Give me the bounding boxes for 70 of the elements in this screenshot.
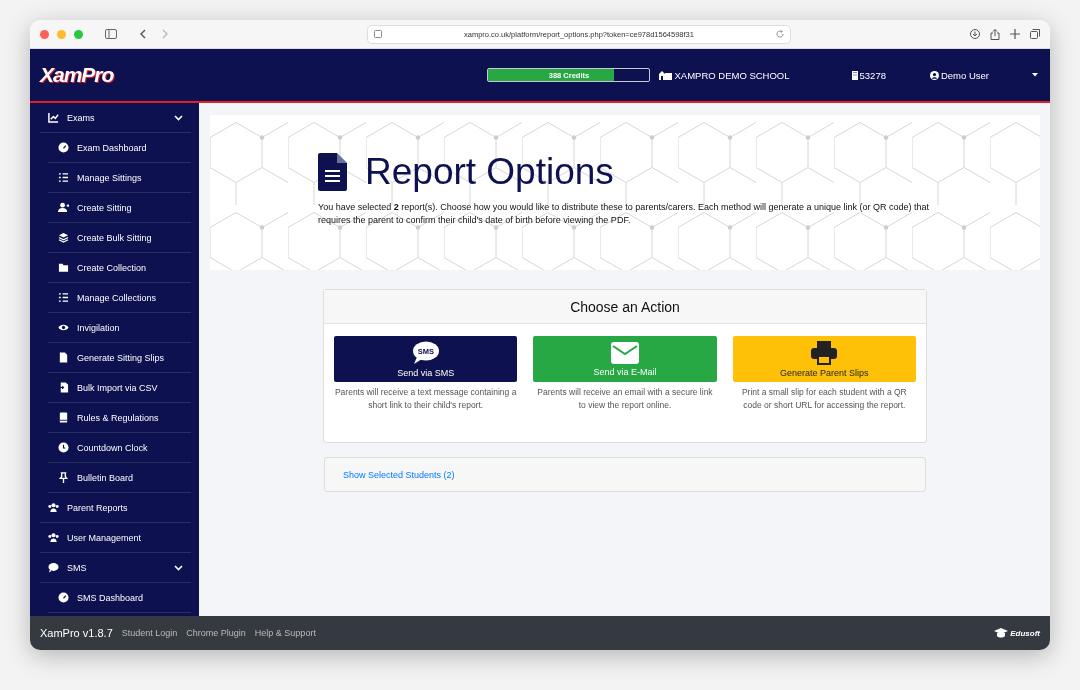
- caret-icon[interactable]: [1032, 73, 1038, 77]
- page-icon: [374, 30, 382, 38]
- sidebar-item[interactable]: Parent Reports: [40, 493, 191, 523]
- action-description: Parents will receive an email with a secure link to view the report online.: [536, 386, 714, 413]
- intro-text: You have selected 2 report(s). Choose how you would like to distribute these to parents/carers. Each method will generate a unique link (or QR code) that requires the parent to confirm their child's date of birth before viewing the PDF.: [318, 201, 931, 227]
- show-students-link[interactable]: Show Selected Students (2): [343, 469, 455, 480]
- sidebar-toggle-icon[interactable]: [105, 29, 117, 39]
- printer-icon: [811, 340, 838, 365]
- version-label: XamPro v1.8.7: [40, 627, 113, 639]
- user-plus-icon: [58, 202, 69, 213]
- speech-bubble-icon: [48, 562, 59, 573]
- sidebar-item[interactable]: User Management: [40, 523, 191, 553]
- print-button[interactable]: Generate Parent Slips: [732, 336, 916, 382]
- eye-icon: [58, 322, 69, 333]
- footer-link[interactable]: Student Login: [121, 628, 178, 638]
- file-icon: [58, 352, 69, 363]
- sidebar-item[interactable]: Countdown Clock: [48, 433, 191, 463]
- sidebar-item[interactable]: Rules & Regulations: [48, 403, 191, 433]
- school-id: 53278: [859, 69, 886, 81]
- sidebar-item[interactable]: Exam Dashboard: [48, 133, 191, 163]
- close-icon[interactable]: [40, 29, 49, 39]
- page-title: Report Options: [365, 151, 614, 193]
- logo[interactable]: XamPro: [40, 63, 114, 87]
- user-menu[interactable]: Demo User: [929, 69, 989, 81]
- users-icon: [48, 502, 59, 513]
- sidebar-item[interactable]: SMS: [40, 553, 191, 583]
- action-description: Parents will receive a text message containing a short link to their child's report.: [334, 386, 518, 413]
- sidebar-item[interactable]: Invigilation: [48, 313, 191, 343]
- sidebar-item[interactable]: Create Sitting: [48, 193, 191, 223]
- download-icon[interactable]: [970, 28, 980, 39]
- clock-icon: [58, 442, 69, 453]
- list-icon: [58, 172, 69, 183]
- sidebar-item[interactable]: Manage Sittings: [48, 163, 191, 193]
- user-icon: [929, 70, 939, 80]
- footer-link[interactable]: Help & Support: [254, 628, 316, 638]
- brand-logo: Edusoft: [1010, 628, 1040, 638]
- school-name: XAMPRO DEMO SCHOOL: [674, 69, 790, 81]
- layers-icon: [58, 232, 69, 243]
- school-building-icon: [659, 70, 673, 80]
- folder-icon: [58, 262, 69, 273]
- list-icon: [58, 292, 69, 303]
- gauge-icon: [58, 592, 69, 603]
- book-icon: [58, 412, 69, 423]
- sidebar-item[interactable]: SMS Dashboard: [48, 583, 191, 613]
- sidebar-item[interactable]: Create Bulk Sitting: [48, 223, 191, 253]
- graduation-cap-icon: [994, 628, 1009, 638]
- share-icon[interactable]: [990, 28, 1000, 40]
- plus-icon[interactable]: [1010, 28, 1020, 39]
- sidebar-item[interactable]: Bulletin Board: [48, 463, 191, 493]
- tabs-icon[interactable]: [1030, 28, 1040, 39]
- footer-link[interactable]: Chrome Plugin: [186, 628, 246, 638]
- users-icon: [48, 532, 59, 543]
- chart-icon: [48, 112, 59, 123]
- action-description: Print a small slip for each student with a QR code or short URL for accessing the report.: [740, 386, 908, 413]
- back-icon[interactable]: [139, 29, 147, 39]
- chevron-icon[interactable]: [174, 114, 183, 121]
- building-icon: [851, 70, 858, 80]
- reload-icon[interactable]: [776, 30, 784, 38]
- sidebar-item[interactable]: Bulk Import via CSV: [48, 373, 191, 403]
- sidebar-item[interactable]: Create Collection: [48, 253, 191, 283]
- envelope-icon: [611, 341, 639, 364]
- chevron-icon[interactable]: [174, 564, 183, 571]
- sidebar-item[interactable]: Exams: [40, 103, 191, 133]
- pin-icon: [58, 472, 69, 483]
- gauge-icon: [58, 142, 69, 153]
- card-title: Choose an Action: [324, 290, 926, 324]
- sidebar-item[interactable]: Generate Sitting Slips: [48, 343, 191, 373]
- sidebar-item[interactable]: Manage Collections: [48, 283, 191, 313]
- document-icon: [318, 153, 347, 191]
- file-import-icon: [58, 382, 69, 393]
